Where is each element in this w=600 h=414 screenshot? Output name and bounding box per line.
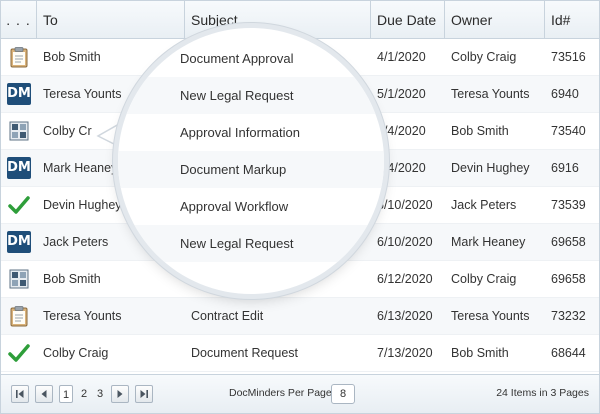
cell-subject [185, 76, 371, 113]
cell-id: 73539 [551, 198, 586, 212]
cell-owner: Teresa Younts [451, 309, 530, 323]
cell-to: Teresa Younts [43, 309, 122, 323]
cell-owner: Colby Craig [451, 272, 517, 286]
column-header-owner[interactable]: Owner [445, 1, 545, 39]
cell-due-date: 6/4/2020 [377, 124, 426, 138]
table-row[interactable]: Teresa Younts Contract Edit 6/13/2020 Te… [1, 298, 599, 335]
per-page-label: DocMinders Per Page [229, 387, 332, 399]
column-menu-header[interactable]: . . . [1, 1, 37, 39]
row-icon-cell [1, 113, 37, 150]
cell-id: 73232 [551, 309, 586, 323]
dm-icon: DM [7, 83, 31, 105]
grid-icon [9, 269, 29, 289]
last-page-icon [140, 390, 148, 398]
cell-due-date: 6/12/2020 [377, 272, 433, 286]
cell-id: 68644 [551, 346, 586, 360]
clipboard-icon [10, 306, 28, 327]
cell-subject: Document Request [191, 346, 299, 360]
grid-header: . . . To Subject Due Date Owner Id# [1, 1, 599, 39]
table-row[interactable]: DM Teresa Younts 5/1/2020 Teresa Younts … [1, 76, 599, 113]
docminder-grid: . . . To Subject Due Date Owner Id# Bob … [0, 0, 600, 414]
cell-to: Jack Peters [43, 235, 109, 249]
cell-owner: Teresa Younts [451, 87, 530, 101]
cell-owner: Jack Peters [451, 198, 517, 212]
last-page-button[interactable] [135, 385, 153, 403]
table-row[interactable]: Colby Craig Document Request 7/13/2020 B… [1, 335, 599, 372]
cell-subject [185, 224, 371, 261]
dm-icon: DM [7, 157, 31, 179]
next-page-button[interactable] [111, 385, 129, 403]
cell-to: Bob Smith [43, 50, 101, 64]
cell-due-date: 6/10/2020 [377, 235, 433, 249]
cell-subject: icense Information [191, 272, 294, 286]
prev-page-icon [41, 390, 47, 398]
pager-summary: 24 Items in 3 Pages [496, 387, 589, 399]
grid-icon [9, 121, 29, 141]
cell-subject [185, 150, 371, 187]
page-number-current[interactable]: 1 [59, 385, 73, 403]
cell-due-date: 7/13/2020 [377, 346, 433, 360]
column-header-id[interactable]: Id# [545, 1, 599, 39]
page-number[interactable]: 3 [93, 385, 107, 403]
per-page-select[interactable]: 8 [331, 384, 355, 404]
cell-id: 69658 [551, 235, 586, 249]
table-row[interactable]: Colby Cr 6/4/2020 Bob Smith 73540 [1, 113, 599, 150]
cell-to: Bob Smith [43, 272, 101, 286]
cell-subject: Contract Edit [191, 309, 264, 323]
cell-subject [185, 187, 371, 224]
table-row[interactable]: DM Mark Heaney 6/4/2020 Devin Hughey 691… [1, 150, 599, 187]
row-icon-cell [1, 39, 37, 76]
cell-due-date: 4/1/2020 [377, 50, 426, 64]
column-header-to[interactable]: To [37, 1, 185, 39]
first-page-icon [16, 390, 24, 398]
table-row[interactable]: Bob Smith 4/1/2020 Colby Craig 73516 [1, 39, 599, 76]
page-number[interactable]: 2 [77, 385, 91, 403]
cell-to: Mark Heaney [43, 161, 118, 175]
row-icon-cell [1, 261, 37, 298]
first-page-button[interactable] [11, 385, 29, 403]
cell-id: 73540 [551, 124, 586, 138]
row-icon-cell: DM [1, 224, 37, 261]
cell-to: Teresa Younts [43, 87, 122, 101]
row-icon-cell [1, 187, 37, 224]
row-icon-cell [1, 298, 37, 335]
row-icon-cell: DM [1, 150, 37, 187]
column-header-due-date[interactable]: Due Date [371, 1, 445, 39]
cell-owner: Colby Craig [451, 50, 517, 64]
cell-owner: Bob Smith [451, 346, 509, 360]
grid-pager: 1 2 3 DocMinders Per Page 8 24 Items in … [1, 374, 599, 413]
row-icon-cell [1, 335, 37, 372]
table-row[interactable]: DM Jack Peters 6/10/2020 Mark Heaney 696… [1, 224, 599, 261]
table-row[interactable]: Bob Smith icense Information 6/12/2020 C… [1, 261, 599, 298]
next-page-icon [117, 390, 123, 398]
cell-to: Colby Craig [43, 346, 109, 360]
clipboard-icon [10, 47, 28, 68]
cell-owner: Mark Heaney [451, 235, 526, 249]
row-icon-cell: DM [1, 76, 37, 113]
prev-page-button[interactable] [35, 385, 53, 403]
table-row[interactable]: Devin Hughey 6/10/2020 Jack Peters 73539 [1, 187, 599, 224]
cell-id: 73516 [551, 50, 586, 64]
column-header-subject[interactable]: Subject [185, 1, 371, 39]
cell-due-date: 6/13/2020 [377, 309, 433, 323]
cell-id: 6916 [551, 161, 579, 175]
cell-id: 6940 [551, 87, 579, 101]
cell-to: Devin Hughey [43, 198, 122, 212]
dm-icon: DM [7, 231, 31, 253]
cell-owner: Bob Smith [451, 124, 509, 138]
cell-id: 69658 [551, 272, 586, 286]
cell-to: Colby Cr [43, 124, 92, 138]
cell-due-date: 6/10/2020 [377, 198, 433, 212]
cell-due-date: 6/4/2020 [377, 161, 426, 175]
cell-owner: Devin Hughey [451, 161, 530, 175]
checkmark-icon [8, 196, 30, 214]
checkmark-icon [8, 344, 30, 362]
cell-subject [185, 39, 371, 76]
cell-subject [185, 113, 371, 150]
cell-due-date: 5/1/2020 [377, 87, 426, 101]
